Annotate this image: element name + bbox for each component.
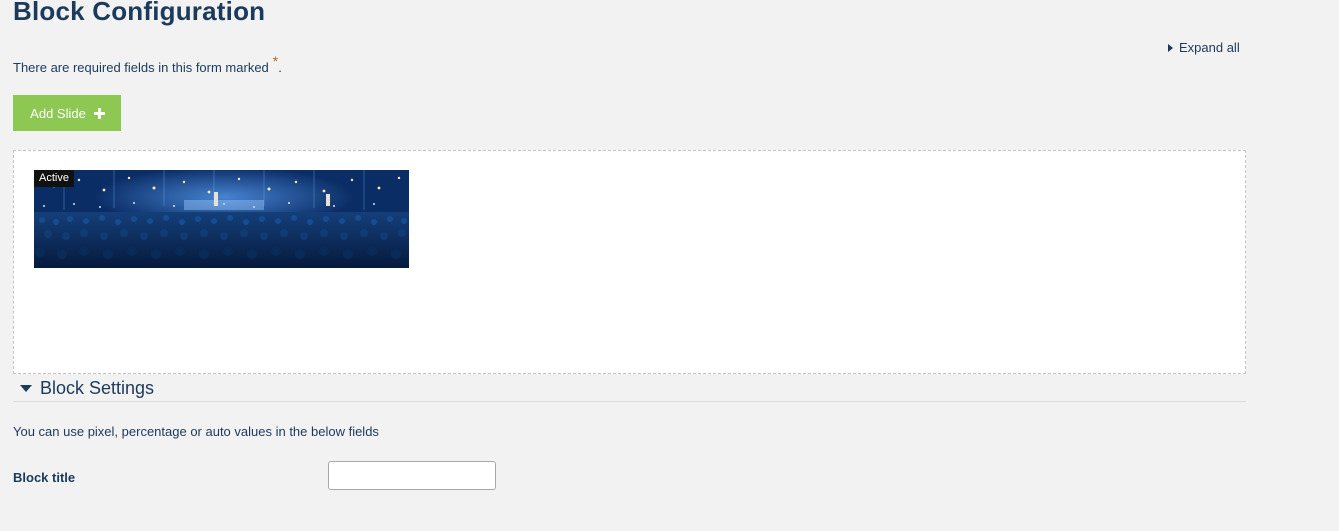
block-settings-header[interactable]: Block Settings (13, 376, 1246, 402)
expand-all-label: Expand all (1179, 40, 1240, 55)
block-settings-hint: You can use pixel, percentage or auto va… (13, 424, 379, 439)
caret-down-icon (20, 385, 32, 392)
page-title: Block Configuration (13, 0, 266, 26)
plus-icon (93, 108, 105, 119)
required-note-text: There are required fields in this form m… (13, 60, 269, 75)
required-note-end: . (278, 60, 282, 75)
slide-thumbnail[interactable]: Active (34, 170, 409, 268)
block-title-input[interactable] (328, 461, 496, 490)
slides-container: Active (13, 150, 1246, 374)
caret-right-icon (1168, 43, 1173, 52)
add-slide-label: Add Slide (30, 105, 86, 121)
status-badge: Active (34, 170, 74, 187)
block-title-label: Block title (13, 470, 76, 485)
required-fields-note: There are required fields in this form m… (13, 53, 282, 75)
concert-crowd-image (34, 170, 409, 268)
required-star-icon: * (272, 53, 279, 69)
block-configuration-page: Block Configuration Expand all There are… (0, 0, 1339, 531)
block-settings-title: Block Settings (40, 378, 155, 398)
expand-all-link[interactable]: Expand all (1168, 40, 1240, 55)
add-slide-button[interactable]: Add Slide (13, 95, 121, 131)
